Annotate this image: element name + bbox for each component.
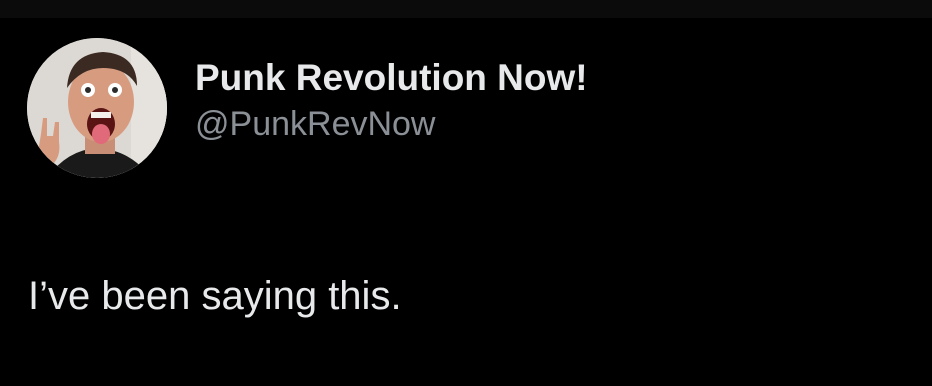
author-info: Punk Revolution Now! @PunkRevNow xyxy=(195,56,588,146)
tweet-text: I’ve been saying this. xyxy=(28,274,402,318)
avatar-photo xyxy=(27,38,167,178)
avatar[interactable] xyxy=(27,38,167,178)
tweet-card[interactable]: Punk Revolution Now! @PunkRevNow I’ve be… xyxy=(0,18,932,386)
user-handle[interactable]: @PunkRevNow xyxy=(195,102,588,146)
display-name[interactable]: Punk Revolution Now! xyxy=(195,56,588,100)
top-edge-strip xyxy=(0,0,932,18)
